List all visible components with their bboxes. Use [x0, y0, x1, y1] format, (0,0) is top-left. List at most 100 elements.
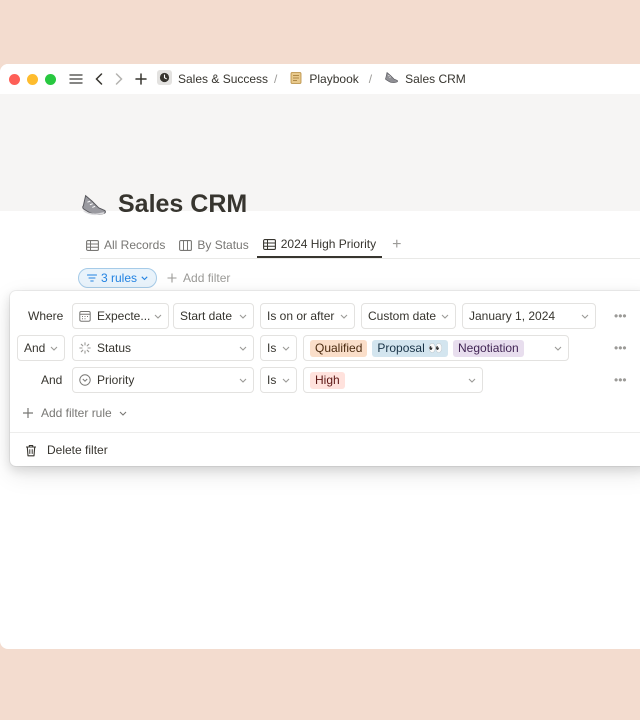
scroll-icon — [289, 71, 303, 88]
add-view-plus-icon[interactable]: + — [384, 232, 409, 258]
filter-rule-row: And Status Is Qualified Proposal 👀 Negot… — [10, 335, 640, 361]
rule-operator-select[interactable]: Is on or after — [260, 303, 355, 329]
breadcrumb-item[interactable]: Sales CRM — [380, 70, 470, 88]
status-tag: Qualified — [310, 339, 368, 357]
chevron-down-icon — [278, 346, 290, 351]
plus-icon — [22, 407, 34, 419]
chevron-down-icon — [336, 314, 348, 319]
rule-operator-select[interactable]: Is — [260, 335, 297, 361]
table-icon — [86, 239, 99, 251]
filter-rules-panel: Where Expecte... Start date Is on or aft… — [10, 291, 640, 466]
window-controls — [9, 73, 56, 85]
minimize-window-button[interactable] — [27, 73, 38, 85]
rule-date-part-select[interactable]: Start date — [173, 303, 254, 329]
rule-operator-label: Is — [267, 341, 277, 355]
shoe-icon — [384, 70, 399, 88]
rule-property-select[interactable]: Priority — [72, 367, 254, 393]
tab-by-status[interactable]: By Status — [173, 232, 254, 258]
chevron-down-icon — [235, 346, 247, 351]
rule-date-part-label: Start date — [180, 309, 233, 323]
rule-more-options-icon[interactable]: ••• — [614, 335, 627, 361]
filter-rule-row: Where Expecte... Start date Is on or aft… — [10, 303, 640, 329]
rule-property-select[interactable]: Status — [72, 335, 254, 361]
title-bar: Sales & Success / Playbook / Sales CRM — [0, 64, 640, 94]
maximize-window-button[interactable] — [45, 73, 56, 85]
rules-filter-button[interactable]: 3 rules — [78, 268, 158, 288]
breadcrumb-label: Sales & Success — [178, 72, 269, 86]
back-arrow-icon[interactable] — [95, 73, 103, 85]
tab-2024-high-priority[interactable]: 2024 High Priority — [256, 232, 383, 258]
add-filter-button[interactable]: Add filter — [167, 271, 230, 285]
status-tag: Proposal 👀 — [372, 339, 449, 357]
chevron-down-icon — [141, 275, 148, 281]
rule-property-label: Priority — [97, 373, 135, 387]
add-filter-rule-button[interactable]: Add filter rule — [22, 404, 127, 422]
rule-conjunction: Where — [28, 309, 64, 323]
add-filter-label: Add filter — [183, 271, 231, 285]
tab-label: By Status — [197, 238, 249, 252]
rule-date-value-input[interactable]: January 1, 2024 — [462, 303, 596, 329]
priority-tag: High — [310, 371, 345, 389]
chevron-down-icon — [550, 346, 562, 351]
chevron-down-icon — [235, 314, 247, 319]
table-icon — [262, 238, 276, 250]
chevron-down-icon — [46, 346, 58, 351]
breadcrumb-separator: / — [274, 72, 278, 86]
rule-operator-label: Is — [267, 373, 277, 387]
tab-label: All Records — [104, 238, 166, 252]
close-window-button[interactable] — [9, 73, 20, 85]
plus-icon — [167, 273, 177, 283]
clock-icon — [157, 70, 172, 88]
new-page-plus-icon[interactable] — [135, 73, 147, 85]
chevron-down-icon — [278, 378, 290, 383]
rule-conjunction: And — [41, 373, 63, 387]
rule-operator-label: Is on or after — [267, 309, 335, 323]
select-icon — [79, 374, 91, 386]
view-tabs: All Records By Status 2024 High Priority… — [80, 232, 640, 259]
rule-operator-select[interactable]: Is — [260, 367, 297, 393]
breadcrumb-item[interactable]: Playbook — [285, 71, 362, 88]
status-icon — [79, 342, 91, 354]
filter-icon — [87, 274, 97, 282]
rule-more-options-icon[interactable]: ••• — [614, 367, 627, 393]
breadcrumb: Sales & Success / Playbook / Sales CRM — [153, 70, 470, 88]
rule-more-options-icon[interactable]: ••• — [614, 303, 627, 329]
delete-filter-button[interactable]: Delete filter — [25, 441, 108, 459]
rule-conjunction-select[interactable]: And — [17, 335, 65, 361]
page-title-text: Sales CRM — [118, 190, 248, 218]
chevron-down-icon — [119, 411, 127, 416]
chevron-down-icon — [150, 314, 162, 319]
filter-rule-row: And Priority Is High ••• — [10, 367, 640, 393]
tab-all-records[interactable]: All Records — [80, 232, 171, 258]
breadcrumb-label: Sales CRM — [405, 72, 466, 86]
trash-icon — [25, 444, 37, 457]
rule-value-type-select[interactable]: Custom date — [361, 303, 456, 329]
page-title[interactable]: Sales CRM — [80, 190, 247, 219]
sidebar-toggle-icon[interactable] — [69, 73, 83, 85]
rules-count-label: 3 rules — [101, 271, 138, 285]
breadcrumb-item[interactable]: Sales & Success — [153, 70, 272, 88]
rule-value-type-label: Custom date — [368, 309, 437, 323]
chevron-down-icon — [437, 314, 449, 319]
rule-status-values-select[interactable]: Qualified Proposal 👀 Negotiation — [303, 335, 569, 361]
rule-property-select[interactable]: Expecte... — [72, 303, 169, 329]
breadcrumb-separator: / — [368, 72, 373, 86]
status-tag: Negotiation — [453, 339, 524, 357]
rule-priority-values-select[interactable]: High — [303, 367, 483, 393]
chevron-down-icon — [577, 314, 589, 319]
rule-property-label: Status — [97, 341, 132, 355]
breadcrumb-label: Playbook — [309, 72, 359, 86]
forward-arrow-icon[interactable] — [115, 73, 123, 85]
panel-divider — [10, 432, 640, 433]
calendar-icon — [79, 310, 91, 322]
board-icon — [179, 239, 193, 251]
delete-filter-label: Delete filter — [47, 443, 108, 457]
tab-label: 2024 High Priority — [280, 237, 377, 251]
add-filter-rule-label: Add filter rule — [41, 406, 112, 420]
shoe-icon — [80, 191, 108, 219]
chevron-down-icon — [464, 378, 476, 383]
chevron-down-icon — [235, 378, 247, 383]
filter-bar: 3 rules Add filter — [78, 268, 230, 288]
rule-date-value: January 1, 2024 — [469, 309, 556, 323]
rule-property-label: Expecte... — [97, 309, 151, 323]
